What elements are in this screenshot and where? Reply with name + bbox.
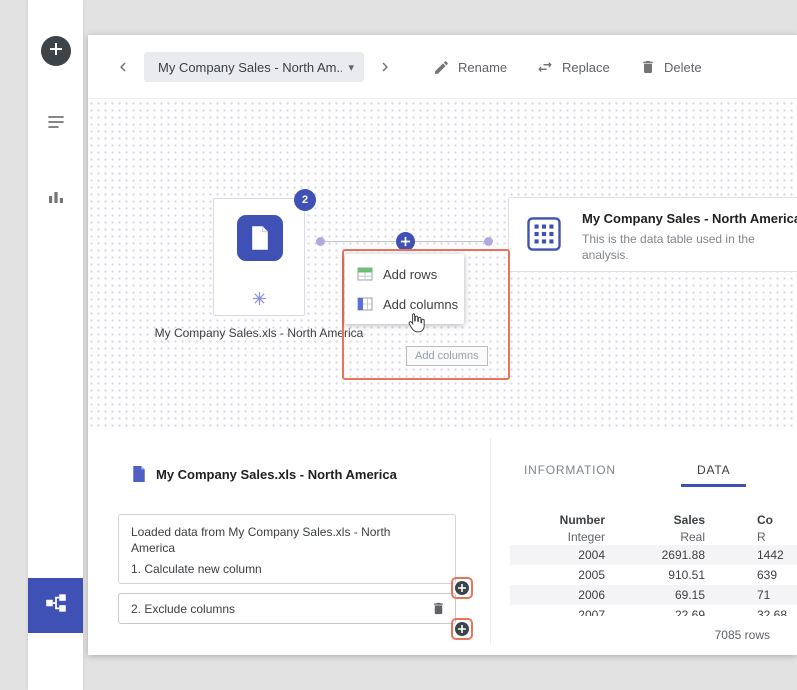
table-cell: 2006 [510, 585, 605, 605]
table-row: 2007 22.69 32.68 [510, 605, 797, 616]
row-count: 7085 rows [688, 628, 770, 642]
vertical-divider [490, 438, 491, 644]
sidebar-item-pages[interactable] [28, 104, 83, 144]
column-header: Number [510, 512, 605, 529]
step-description: Loaded data from My Company Sales.xls - … [131, 524, 431, 556]
table-cell: 2005 [510, 565, 605, 585]
menu-item-add-rows[interactable]: Add rows [345, 259, 464, 289]
connection-port-icon [316, 237, 325, 246]
source-file-node[interactable] [213, 198, 305, 316]
replace-label: Replace [562, 60, 610, 75]
table-row: 2004 2691.88 1442 [510, 545, 797, 565]
plus-icon [48, 41, 64, 62]
details-panel: My Company Sales.xls - North America Loa… [88, 430, 797, 655]
transformation-step-card[interactable]: Loaded data from My Company Sales.xls - … [118, 514, 456, 584]
add-columns-icon [357, 297, 373, 311]
table-row: 2005 910.51 639 [510, 565, 797, 585]
table-cell: 22.69 [605, 605, 705, 616]
list-icon [46, 112, 66, 137]
table-cell: 32.68 [757, 605, 797, 616]
transformation-step-card-selected[interactable]: 2. Exclude columns [118, 593, 456, 624]
data-canvas-panel: My Company Sales - North Am... ▾ Rename … [88, 35, 797, 655]
column-header: Co [757, 512, 797, 529]
embedded-data-icon [252, 291, 267, 306]
source-node-label: My Company Sales.xls - North America [134, 326, 384, 340]
plus-icon [455, 581, 469, 595]
insert-transformation-button[interactable] [451, 577, 473, 599]
menu-item-label: Add columns [383, 297, 458, 312]
table-cell: 71 [757, 585, 797, 605]
table-cell: 2691.88 [605, 545, 705, 565]
plus-icon [455, 622, 469, 636]
rename-label: Rename [458, 60, 507, 75]
table-cell: 2007 [510, 605, 605, 616]
table-header-row: Number Sales Co [510, 512, 797, 529]
delete-button[interactable]: Delete [640, 56, 702, 78]
add-button[interactable] [41, 36, 71, 66]
data-preview-table: Number Sales Co Integer Real R 2004 2691… [510, 512, 797, 616]
table-type-row: Integer Real R [510, 529, 797, 545]
bar-chart-icon [47, 187, 65, 210]
rename-button[interactable]: Rename [433, 56, 507, 78]
add-columns-tooltip: Add columns [406, 346, 488, 366]
transformation-count-badge: 2 [294, 189, 316, 211]
file-icon [237, 215, 283, 261]
prev-dataset-button[interactable] [114, 58, 132, 76]
tab-data[interactable]: DATA [681, 463, 746, 487]
table-cell: 69.15 [605, 585, 705, 605]
delete-label: Delete [664, 60, 702, 75]
menu-item-add-columns[interactable]: Add columns [345, 289, 464, 319]
column-type: Real [605, 529, 705, 545]
delete-step-icon[interactable] [431, 601, 446, 616]
add-transformation-menu: Add rows Add columns [345, 254, 464, 324]
add-rows-icon [357, 267, 373, 281]
table-row: 2006 69.15 71 [510, 585, 797, 605]
sidebar [28, 0, 83, 690]
table-grid-icon [525, 215, 563, 253]
table-cell: 639 [757, 565, 797, 585]
connection-port-icon [484, 237, 493, 246]
data-table-node[interactable]: My Company Sales - North America This is… [508, 197, 797, 272]
plus-icon [400, 236, 411, 247]
data-table-title: My Company Sales - North America [582, 211, 797, 226]
document-icon [132, 466, 146, 482]
dataset-dropdown[interactable]: My Company Sales - North Am... ▾ [144, 52, 364, 82]
sidebar-item-visualizations[interactable] [28, 178, 83, 218]
trash-icon [640, 59, 656, 75]
chevron-down-icon: ▾ [348, 61, 354, 74]
dataset-dropdown-label: My Company Sales - North Am... [158, 60, 342, 75]
swap-icon [536, 58, 554, 76]
canvas-toolbar: My Company Sales - North Am... ▾ Rename … [88, 35, 797, 99]
column-header: Sales [605, 512, 705, 529]
append-transformation-button[interactable] [451, 618, 473, 640]
next-dataset-button[interactable] [376, 58, 394, 76]
add-transformation-button[interactable] [396, 232, 415, 251]
sidebar-item-data-canvas[interactable] [28, 578, 83, 633]
column-type: Integer [510, 529, 605, 545]
app-screen: My Company Sales - North Am... ▾ Rename … [0, 0, 797, 690]
table-cell: 1442 [757, 545, 797, 565]
flow-icon [43, 590, 69, 621]
table-cell: 2004 [510, 545, 605, 565]
source-title: My Company Sales.xls - North America [156, 467, 397, 482]
data-table-description: This is the data table used in the analy… [582, 231, 797, 263]
tab-information[interactable]: INFORMATION [524, 463, 616, 477]
table-cell: 910.51 [605, 565, 705, 585]
column-type: R [757, 529, 797, 545]
replace-button[interactable]: Replace [536, 56, 610, 78]
step-item: 2. Exclude columns [131, 602, 431, 616]
pencil-icon [433, 59, 450, 76]
menu-item-label: Add rows [383, 267, 437, 282]
step-item: 1. Calculate new column [131, 562, 443, 576]
